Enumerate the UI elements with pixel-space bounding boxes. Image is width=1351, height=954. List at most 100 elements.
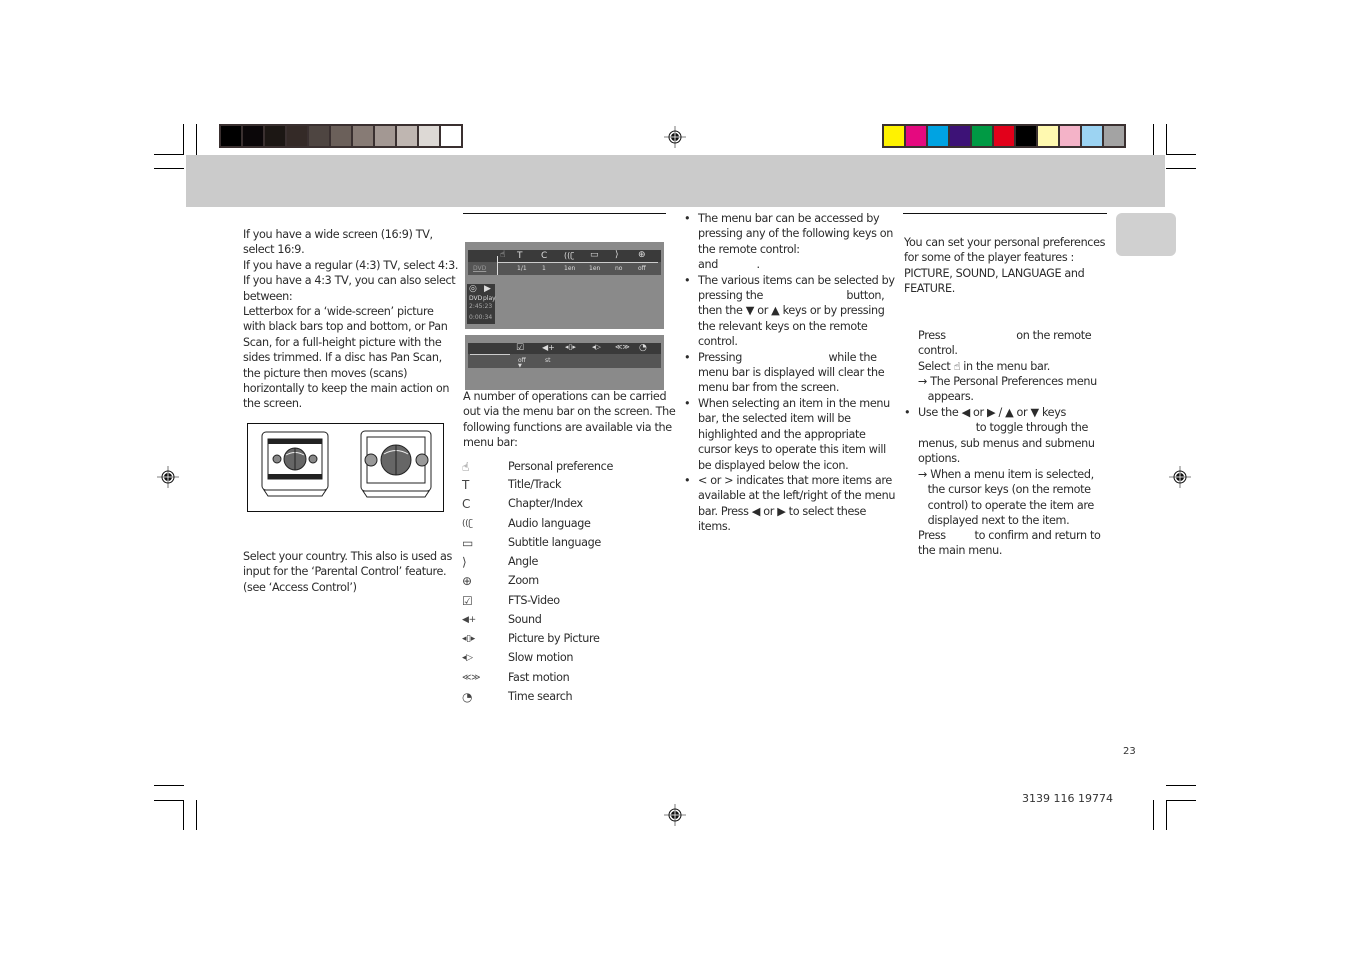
text-line: then the ▼ or ▲ keys or by pressing <box>698 304 885 318</box>
audio-language-icon: ((ʗ <box>564 251 575 260</box>
letterbox-tv-image <box>261 431 329 497</box>
crop-mark <box>154 800 184 801</box>
function-label: Sound <box>508 613 542 626</box>
time-search-icon: ◔ <box>462 689 473 704</box>
fts-video-icon: ☑ <box>516 343 525 353</box>
text-line: You can set your personal preferences <box>904 236 1106 249</box>
personal-preferences-intro: You can set your personal preferences for… <box>904 235 1114 297</box>
crop-mark <box>183 124 184 155</box>
text-line: Select ☝ in the menu bar. <box>918 359 1050 373</box>
osd-value: 1en <box>564 265 576 272</box>
text-line: Pressing while the <box>698 350 877 364</box>
text-line: the picture then moves (scans) <box>243 366 408 380</box>
text-line: → The Personal Preferences menu <box>918 375 1097 388</box>
disc-icon: ◎ <box>469 284 477 294</box>
osd-menu-bar-screenshot-1: ☝ T C ((ʗ ▭ ⟩ ⊕ DVD 1/1 1 1en 1en no off DVD … <box>465 242 664 329</box>
osd-value: 1en <box>589 265 601 272</box>
crop-mark <box>1166 785 1196 786</box>
audio-language-icon: ((ʗ <box>462 518 473 529</box>
color-swatch <box>419 126 439 146</box>
confirm-instruction: Press to confirm and return to the main m… <box>918 528 1113 559</box>
function-list-item: ⟩ Angle <box>462 553 538 572</box>
function-label: Personal preference <box>508 460 613 473</box>
text-line: the cursor keys (on the remote <box>918 483 1091 497</box>
text-line: for some of the player features : <box>904 251 1074 265</box>
function-list-item: ◂▷ Slow motion <box>462 649 573 668</box>
color-swatch <box>287 126 307 146</box>
slow-motion-icon: ◂▷ <box>592 343 601 351</box>
crop-mark <box>1166 124 1167 155</box>
osd-elapsed-time: 0:00:34 <box>469 314 493 321</box>
function-label: Audio language <box>508 517 591 530</box>
function-list-item: T Title/Track <box>462 476 562 495</box>
zoom-icon: ⊕ <box>462 573 472 588</box>
grayscale-color-bar <box>219 124 463 148</box>
registration-mark-icon <box>664 126 686 148</box>
text-line: If you have a wide screen (16:9) TV, <box>243 228 433 241</box>
text-line: pressing any of the following keys on <box>698 227 894 241</box>
play-icon: ▶ <box>484 284 491 294</box>
text-line: FEATURE. <box>904 282 955 296</box>
bullet-item: • The menu bar can be accessed by pressing… <box>684 211 894 273</box>
text-line: Select your country. This also is used a… <box>243 550 452 563</box>
text-line: out via the menu bar on the screen. The <box>463 405 676 419</box>
tv-illustration <box>247 423 444 512</box>
bullet-dot: • <box>684 473 691 487</box>
text-line: Press on the remote <box>918 329 1092 342</box>
crop-mark <box>1166 800 1196 801</box>
text-line: Scan, for a full-height picture with the <box>243 335 442 349</box>
text-line: menu bar is displayed will clear the <box>698 366 885 380</box>
text-line: menu bar: <box>463 436 518 450</box>
menu-bar-intro-text: A number of operations can be carried out… <box>463 389 676 451</box>
text-line: menu bar from the screen. <box>698 381 840 395</box>
color-swatch <box>441 126 461 146</box>
chapter-index-icon: C <box>462 496 471 511</box>
text-line: the remote control: <box>698 242 800 256</box>
bullet-item: • When selecting an item in the menu bar, … <box>684 396 890 473</box>
osd-sound-value: st <box>545 357 551 364</box>
bullet-item: • Use the ◀ or ▶ / ▲ or ▼ keys to toggle … <box>904 405 1114 467</box>
crop-mark <box>196 124 197 155</box>
text-line: A number of operations can be carried <box>463 390 667 403</box>
bullet-dot: • <box>684 350 691 364</box>
crop-mark <box>196 800 197 830</box>
registration-mark-icon <box>664 804 686 826</box>
text-line: the main menu. <box>918 544 1003 558</box>
text-line: → When a menu item is selected, <box>918 468 1094 481</box>
crop-mark <box>1166 800 1167 830</box>
registration-mark-icon <box>1169 466 1191 488</box>
function-list-item: ☝ Personal preference <box>462 458 613 477</box>
text-line: bar. Press ◀ or ▶ to select these <box>698 504 867 518</box>
color-swatch <box>243 126 263 146</box>
language-tab <box>1116 213 1176 256</box>
text-line: If you have a regular (4:3) TV, select 4… <box>243 258 459 272</box>
function-list-item: ◂▯▸ Picture by Picture <box>462 630 600 649</box>
function-label: Time search <box>508 690 573 703</box>
aspect-ratio-text: If you have a wide screen (16:9) TV, sele… <box>243 227 459 412</box>
function-label: Fast motion <box>508 671 570 684</box>
angle-icon: ⟩ <box>462 554 467 569</box>
text-line: cursor keys to operate this item will <box>698 443 886 457</box>
osd-value: 1/1 <box>517 265 527 272</box>
text-line: select 16:9. <box>243 243 305 257</box>
osd-value: 1 <box>542 265 546 272</box>
text-line: to toggle through the <box>918 421 1089 435</box>
bullet-item: • < or > indicates that more items are ava… <box>684 473 895 535</box>
crop-mark <box>1153 800 1154 830</box>
function-list-item: ⊕ Zoom <box>462 572 539 591</box>
text-line: and . <box>698 258 760 272</box>
text-line: menus, sub menus and submenu <box>918 436 1095 450</box>
color-swatch <box>397 126 417 146</box>
zoom-icon: ⊕ <box>638 250 646 260</box>
country-selection-text: Select your country. This also is used a… <box>243 549 452 595</box>
personal-preference-icon: ☝ <box>462 459 469 474</box>
title-track-icon: T <box>517 251 523 261</box>
picture-by-picture-icon: ◂▯▸ <box>565 343 576 351</box>
function-label: Title/Track <box>508 478 562 491</box>
osd-disc-status: DVD <box>469 295 483 302</box>
function-label: Slow motion <box>508 651 574 664</box>
fast-motion-icon: ≪≫ <box>462 672 481 683</box>
osd-selection-line <box>470 354 510 355</box>
osd-selection-line <box>498 262 658 263</box>
text-line: pressing the button, <box>698 289 885 303</box>
